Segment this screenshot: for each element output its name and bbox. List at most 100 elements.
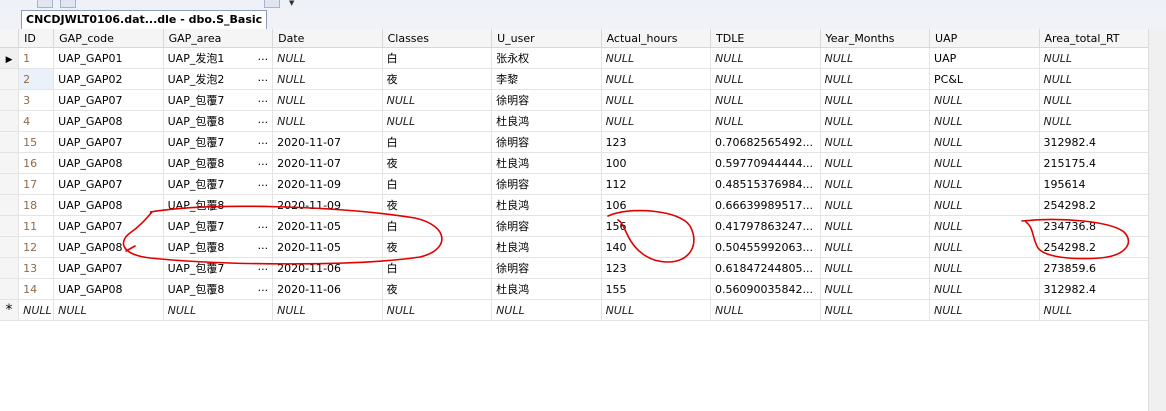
row-selector[interactable]	[0, 131, 20, 153]
cell-gap-area[interactable]: UAP_包覆7...	[163, 89, 274, 111]
tab-s-basic[interactable]: CNCDJWLT0106.dat...dle - dbo.S_Basic	[21, 10, 268, 29]
cell-u-user[interactable]: 杜良鸿	[491, 194, 602, 216]
cell-area-total-rt[interactable]: 234736.8	[1039, 215, 1149, 237]
cell-gap-code[interactable]: UAP_GAP07	[53, 257, 164, 279]
cell-year-months[interactable]: NULL	[820, 257, 931, 279]
cell-gap-code[interactable]: UAP_GAP08	[53, 194, 164, 216]
column-header-gap-code[interactable]: GAP_code	[53, 29, 164, 48]
corner-header-cell[interactable]	[0, 29, 20, 48]
row-selector[interactable]	[0, 68, 20, 90]
column-header-u-user[interactable]: U_user	[491, 29, 602, 48]
table-row[interactable]: 12 UAP_GAP08 UAP_包覆8... 2020-11-05 夜杜良鸿 140 0.…	[0, 236, 1149, 258]
cell-u-user[interactable]: 徐明容	[491, 89, 602, 111]
cell-gap-code[interactable]: UAP_GAP07	[53, 131, 164, 153]
cell-gap-code[interactable]: UAP_GAP07	[53, 89, 164, 111]
cell-gap-area[interactable]: UAP_包覆8...	[163, 152, 274, 174]
cell-date[interactable]: 2020-11-05	[272, 215, 383, 237]
cell-year-months[interactable]: NULL	[820, 47, 931, 69]
cell-area-total-rt[interactable]: NULL	[1039, 68, 1149, 90]
cell-id[interactable]: 15	[18, 131, 55, 153]
toolbar-button[interactable]	[37, 0, 53, 8]
cell-gap-area[interactable]: UAP_发泡2...	[163, 68, 274, 90]
cell-tdle[interactable]: 0.61847244805...	[710, 257, 821, 279]
table-row[interactable]: 11 UAP_GAP07 UAP_包覆7... 2020-11-05 白徐明容 156 0.…	[0, 215, 1149, 237]
cell-gap-code[interactable]: UAP_GAP07	[53, 173, 164, 195]
cell-date[interactable]: 2020-11-07	[272, 152, 383, 174]
cell-actual-hours[interactable]: NULL	[601, 47, 712, 69]
cell-uap[interactable]: NULL	[929, 215, 1040, 237]
table-row[interactable]: 18 UAP_GAP08 UAP_包覆8... 2020-11-09 夜杜良鸿 106 0.…	[0, 194, 1149, 216]
cell-year-months[interactable]: NULL	[820, 299, 931, 321]
cell-actual-hours[interactable]: NULL	[601, 89, 712, 111]
cell-gap-code[interactable]: UAP_GAP02	[53, 68, 164, 90]
column-header-area-total-rt[interactable]: Area_total_RT	[1039, 29, 1149, 48]
cell-classes[interactable]: NULL	[382, 89, 493, 111]
cell-classes[interactable]: NULL	[382, 299, 493, 321]
cell-date[interactable]: 2020-11-06	[272, 278, 383, 300]
cell-u-user[interactable]: 杜良鸿	[491, 236, 602, 258]
cell-actual-hours[interactable]: 100	[601, 152, 712, 174]
row-selector[interactable]	[0, 173, 20, 195]
cell-uap[interactable]: NULL	[929, 110, 1040, 132]
cell-gap-area[interactable]: UAP_包覆8...	[163, 110, 274, 132]
cell-gap-code[interactable]: UAP_GAP07	[53, 215, 164, 237]
cell-actual-hours[interactable]: NULL	[601, 68, 712, 90]
cell-classes[interactable]: 白	[382, 257, 493, 279]
column-header-classes[interactable]: Classes	[382, 29, 493, 48]
row-selector[interactable]	[0, 110, 20, 132]
cell-area-total-rt[interactable]: NULL	[1039, 47, 1149, 69]
cell-uap[interactable]: NULL	[929, 152, 1040, 174]
cell-u-user[interactable]: 杜良鸿	[491, 110, 602, 132]
cell-date[interactable]: NULL	[272, 68, 383, 90]
cell-tdle[interactable]: 0.66639989517...	[710, 194, 821, 216]
cell-id[interactable]: NULL	[18, 299, 55, 321]
cell-actual-hours[interactable]: 112	[601, 173, 712, 195]
row-selector[interactable]	[0, 89, 20, 111]
cell-tdle[interactable]: 0.41797863247...	[710, 215, 821, 237]
cell-year-months[interactable]: NULL	[820, 131, 931, 153]
cell-gap-area[interactable]: UAP_包覆7...	[163, 257, 274, 279]
cell-classes[interactable]: 白	[382, 131, 493, 153]
cell-gap-code[interactable]: UAP_GAP08	[53, 278, 164, 300]
cell-area-total-rt[interactable]: 254298.2	[1039, 236, 1149, 258]
cell-classes[interactable]: 夜	[382, 278, 493, 300]
cell-tdle[interactable]: NULL	[710, 68, 821, 90]
cell-uap[interactable]: NULL	[929, 173, 1040, 195]
cell-date[interactable]: NULL	[272, 47, 383, 69]
row-selector[interactable]	[0, 236, 20, 258]
cell-uap[interactable]: NULL	[929, 257, 1040, 279]
cell-area-total-rt[interactable]: 195614	[1039, 173, 1149, 195]
table-row[interactable]: 16 UAP_GAP08 UAP_包覆8... 2020-11-07 夜杜良鸿 100 0.…	[0, 152, 1149, 174]
cell-tdle[interactable]: NULL	[710, 47, 821, 69]
cell-actual-hours[interactable]: NULL	[601, 299, 712, 321]
cell-gap-area[interactable]: UAP_包覆8...	[163, 278, 274, 300]
results-grid[interactable]: ID GAP_code GAP_area Date Classes U_user Actua…	[0, 29, 1149, 321]
cell-gap-code[interactable]: UAP_GAP08	[53, 152, 164, 174]
column-header-uap[interactable]: UAP	[929, 29, 1040, 48]
cell-id[interactable]: 18	[18, 194, 55, 216]
cell-id[interactable]: 16	[18, 152, 55, 174]
table-row[interactable]: * NULL NULL NULL NULL NULL NULL NULL NULL NULL NUL…	[0, 299, 1149, 321]
cell-year-months[interactable]: NULL	[820, 173, 931, 195]
cell-tdle[interactable]: NULL	[710, 89, 821, 111]
cell-tdle[interactable]: 0.56090035842...	[710, 278, 821, 300]
cell-gap-area[interactable]: UAP_包覆7...	[163, 215, 274, 237]
row-selector[interactable]	[0, 152, 20, 174]
cell-tdle[interactable]: 0.59770944444...	[710, 152, 821, 174]
cell-u-user[interactable]: 徐明容	[491, 215, 602, 237]
row-selector[interactable]	[0, 215, 20, 237]
cell-uap[interactable]: NULL	[929, 89, 1040, 111]
table-row[interactable]: ▶ 1 UAP_GAP01 UAP_发泡1... NULL 白张永权 NULL NULL NUL…	[0, 47, 1149, 69]
cell-area-total-rt[interactable]: NULL	[1039, 89, 1149, 111]
cell-actual-hours[interactable]: 156	[601, 215, 712, 237]
cell-uap[interactable]: NULL	[929, 194, 1040, 216]
cell-date[interactable]: NULL	[272, 110, 383, 132]
cell-u-user[interactable]: 杜良鸿	[491, 152, 602, 174]
cell-uap[interactable]: UAP	[929, 47, 1040, 69]
cell-uap[interactable]: PC&L	[929, 68, 1040, 90]
table-row[interactable]: 17 UAP_GAP07 UAP_包覆7... 2020-11-09 白徐明容 112 0.…	[0, 173, 1149, 195]
row-selector[interactable]: ▶	[0, 47, 20, 69]
cell-date[interactable]: 2020-11-09	[272, 173, 383, 195]
cell-actual-hours[interactable]: 155	[601, 278, 712, 300]
cell-classes[interactable]: 夜	[382, 236, 493, 258]
